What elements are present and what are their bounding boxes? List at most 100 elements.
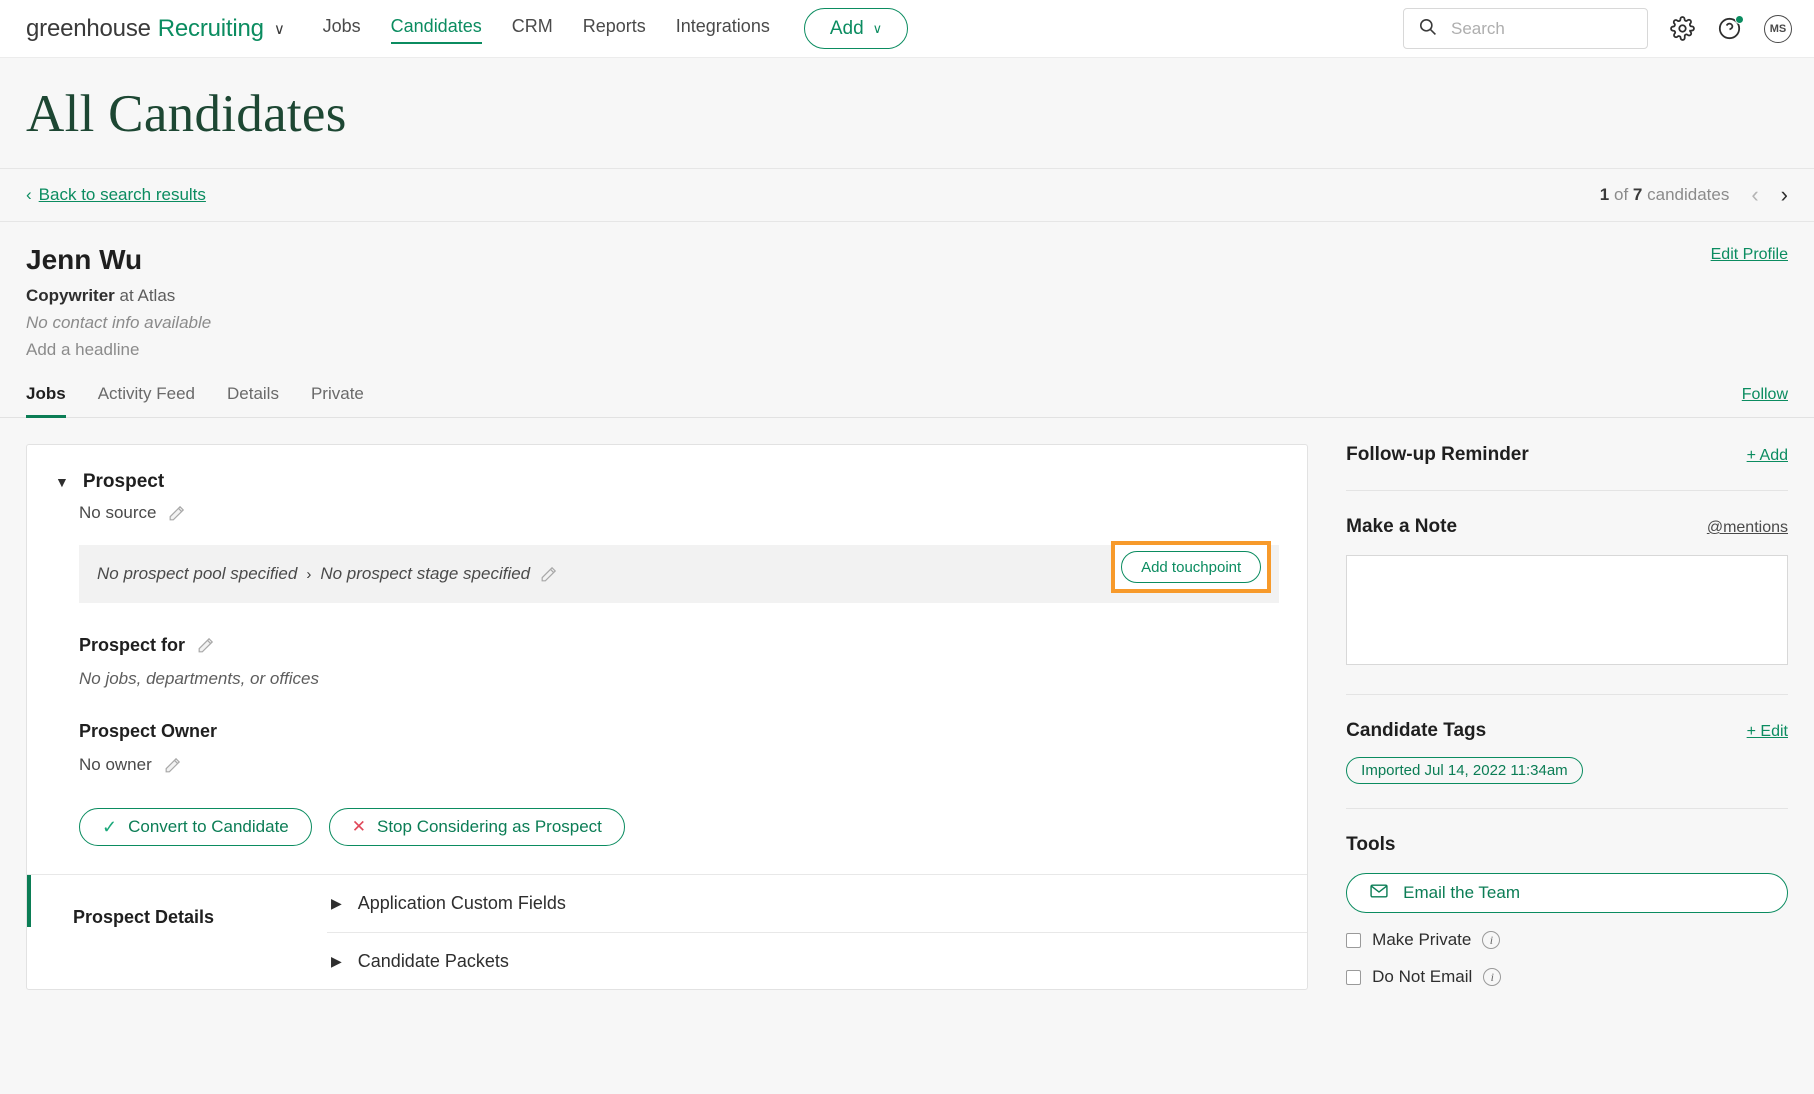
info-icon[interactable]: i <box>1483 968 1502 986</box>
triangle-right-icon: ▶ <box>331 952 342 969</box>
brand-logo[interactable]: greenhouse Recruiting ∨ <box>26 15 285 43</box>
nav-item-integrations[interactable]: Integrations <box>676 16 770 41</box>
make-private-label: Make Private <box>1372 930 1472 949</box>
search-input[interactable] <box>1449 17 1633 40</box>
add-button-label: Add <box>829 17 864 39</box>
envelope-icon <box>1369 881 1389 906</box>
email-the-team-button[interactable]: Email the Team <box>1346 873 1788 913</box>
edit-pencil-icon[interactable] <box>167 504 186 523</box>
candidate-header: Jenn Wu Copywriter at Atlas No contact i… <box>0 222 1814 360</box>
prospect-card-body: ▼ Prospect No source No prospect pool sp… <box>27 445 1307 874</box>
follow-link[interactable]: Follow <box>1742 386 1788 417</box>
triangle-down-icon[interactable]: ▼ <box>55 474 69 490</box>
prospect-owner-label-text: Prospect Owner <box>79 721 218 741</box>
prospect-stage-value: No prospect stage specified <box>320 564 531 583</box>
prospect-source-value: No source <box>79 503 157 522</box>
prospect-title: Prospect <box>82 471 165 492</box>
previous-candidate-icon[interactable]: ‹ <box>1751 184 1758 206</box>
do-not-email-row: Do Not Email i <box>1346 967 1788 987</box>
chevron-down-icon[interactable]: ∨ <box>274 20 285 38</box>
edit-profile-link[interactable]: Edit Profile <box>1711 246 1788 264</box>
add-touchpoint-highlight: Add touchpoint <box>1111 541 1272 593</box>
info-icon[interactable]: i <box>1482 931 1501 949</box>
nav-item-reports[interactable]: Reports <box>583 16 646 41</box>
notification-dot-icon <box>1735 15 1744 24</box>
edit-pencil-icon[interactable] <box>163 756 182 775</box>
prospect-details-accordions: ▶ Application Custom Fields ▶ Candidate … <box>327 875 1308 989</box>
stop-considering-button[interactable]: ✕ Stop Considering as Prospect <box>328 808 625 846</box>
accordion-application-custom-fields[interactable]: ▶ Application Custom Fields <box>327 875 1307 932</box>
tab-details[interactable]: Details <box>227 384 279 417</box>
prospect-owner-label: Prospect Owner <box>79 721 1279 742</box>
do-not-email-label: Do Not Email <box>1372 967 1473 986</box>
add-headline-link[interactable]: Add a headline <box>26 340 1788 360</box>
page-body: ▼ Prospect No source No prospect pool sp… <box>0 418 1814 990</box>
candidate-job-title: Copywriter <box>26 286 115 305</box>
add-reminder-link[interactable]: + Add <box>1747 447 1788 465</box>
edit-pencil-icon[interactable] <box>539 565 558 584</box>
candidate-role: Copywriter at Atlas <box>26 286 1788 306</box>
make-private-checkbox[interactable] <box>1346 932 1362 948</box>
prospect-stage-text: No prospect pool specified › No prospect… <box>97 564 558 584</box>
prospect-header: ▼ Prospect <box>55 471 1279 493</box>
candidate-tags-list: Imported Jul 14, 2022 11:34am <box>1346 742 1788 784</box>
pagination-of: of <box>1613 185 1629 204</box>
breadcrumb-row: ‹ Back to search results 1 of 7 candidat… <box>0 169 1814 222</box>
candidate-contact-info: No contact info available <box>26 313 212 332</box>
email-the-team-label: Email the Team <box>1403 883 1521 902</box>
nav-item-jobs[interactable]: Jobs <box>323 16 361 41</box>
next-candidate-icon[interactable]: › <box>1781 184 1788 206</box>
nav-item-crm[interactable]: CRM <box>512 16 553 41</box>
divider <box>1346 490 1788 491</box>
help-question-icon[interactable] <box>1717 15 1744 41</box>
prospect-owner-value: No owner <box>79 755 152 774</box>
add-button[interactable]: Add ∨ <box>803 8 909 49</box>
settings-gear-icon[interactable] <box>1670 16 1695 41</box>
prospect-for-label-text: Prospect for <box>79 635 186 655</box>
candidate-tags-header: Candidate Tags + Edit <box>1346 720 1788 742</box>
prospect-owner-row: No owner <box>79 755 1279 775</box>
chevron-right-icon: › <box>306 565 312 583</box>
follow-up-reminder-title: Follow-up Reminder <box>1346 444 1529 465</box>
do-not-email-checkbox[interactable] <box>1346 969 1362 985</box>
nav-right-group: MS <box>1403 8 1792 49</box>
global-search[interactable] <box>1403 8 1648 49</box>
top-navigation-bar: greenhouse Recruiting ∨ Jobs Candidates … <box>0 0 1814 58</box>
candidate-company: at Atlas <box>114 286 176 305</box>
tools-title: Tools <box>1346 834 1396 855</box>
primary-nav-links: Jobs Candidates CRM Reports Integrations <box>323 16 770 44</box>
prospect-for-label: Prospect for <box>79 635 1279 656</box>
triangle-right-icon: ▶ <box>331 895 342 911</box>
divider <box>1346 808 1788 809</box>
accordion-candidate-packets[interactable]: ▶ Candidate Packets <box>327 932 1308 989</box>
accordion-label: Application Custom Fields <box>357 893 566 913</box>
nav-item-candidates[interactable]: Candidates <box>390 16 482 44</box>
pagination-current: 1 <box>1599 185 1610 204</box>
prospect-source-row: No source <box>79 503 1279 523</box>
convert-to-candidate-button[interactable]: ✓ Convert to Candidate <box>79 808 312 846</box>
chevron-left-icon: ‹ <box>26 185 32 204</box>
convert-to-candidate-label: Convert to Candidate <box>128 817 289 836</box>
make-a-note-header: Make a Note @mentions <box>1346 516 1788 538</box>
brand-primary-text: greenhouse <box>26 14 151 42</box>
prospect-stage-row: No prospect pool specified › No prospect… <box>79 541 1280 603</box>
back-to-search-results-link[interactable]: ‹ Back to search results <box>26 185 206 205</box>
avatar[interactable]: MS <box>1764 14 1792 43</box>
follow-up-reminder-header: Follow-up Reminder + Add <box>1346 444 1788 466</box>
note-input[interactable] <box>1346 555 1788 665</box>
divider <box>1346 694 1788 695</box>
make-private-row: Make Private i <box>1346 930 1788 950</box>
add-touchpoint-button[interactable]: Add touchpoint <box>1121 551 1262 583</box>
pagination-noun: candidates <box>1647 185 1730 204</box>
prospect-card: ▼ Prospect No source No prospect pool sp… <box>26 444 1309 990</box>
tab-jobs[interactable]: Jobs <box>26 384 66 418</box>
tab-private[interactable]: Private <box>311 384 364 417</box>
edit-pencil-icon[interactable] <box>196 636 215 655</box>
page-title-bar: All Candidates <box>0 58 1814 169</box>
tab-activity-feed[interactable]: Activity Feed <box>98 384 195 417</box>
pagination-total: 7 <box>1632 185 1643 204</box>
status-badge: Imported Jul 14, 2022 11:34am <box>1346 757 1583 784</box>
edit-tags-link[interactable]: + Edit <box>1747 723 1788 741</box>
mentions-link[interactable]: @mentions <box>1707 519 1788 537</box>
active-section-indicator <box>27 875 31 927</box>
